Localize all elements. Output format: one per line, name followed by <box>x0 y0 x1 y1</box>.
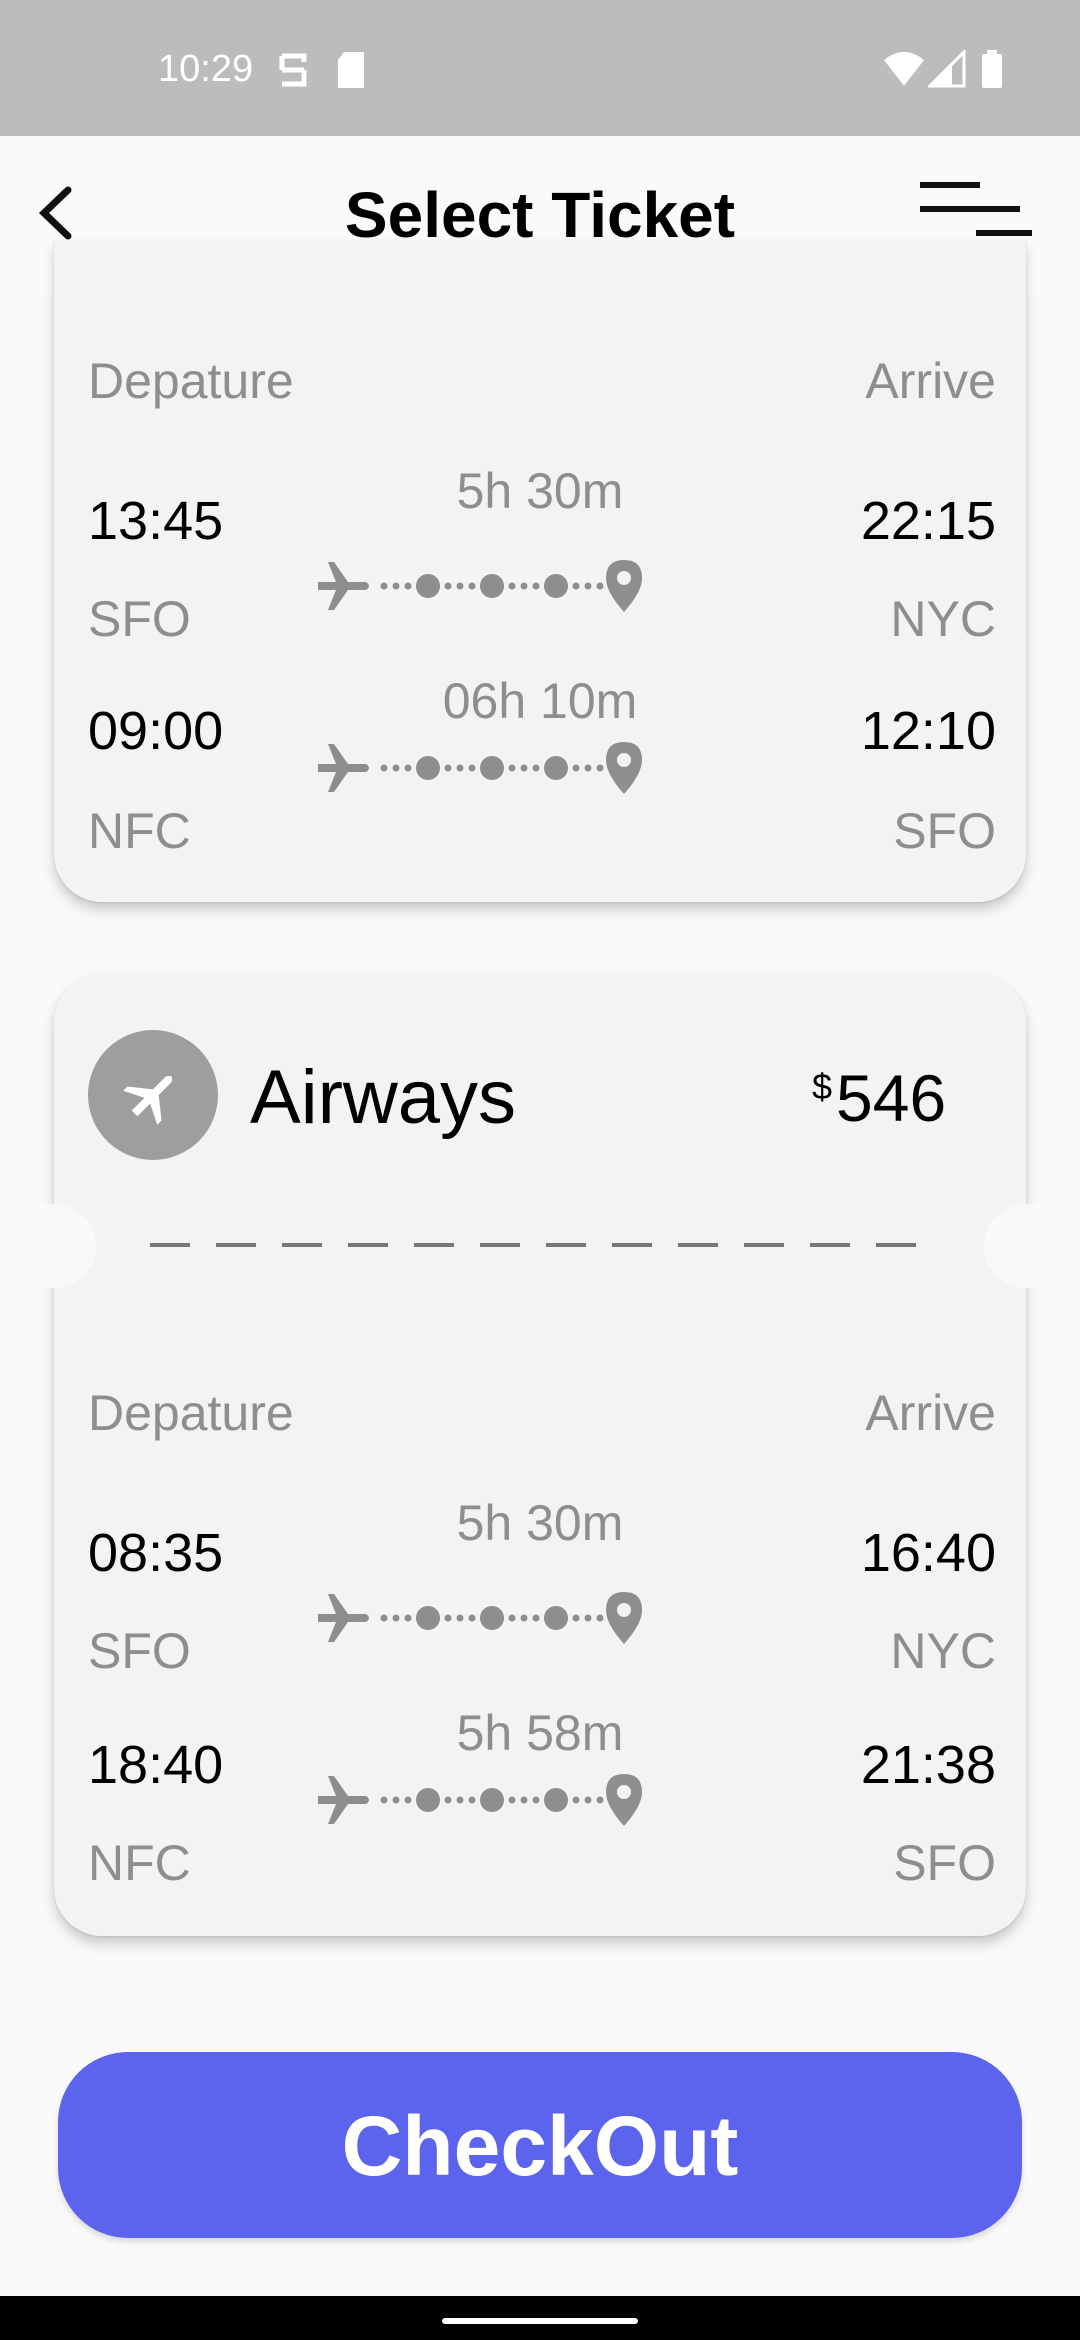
depart-code: NFC <box>88 803 191 859</box>
battery-icon <box>982 50 1002 88</box>
location-pin-icon <box>606 560 642 612</box>
arrive-label: Arrive <box>865 353 996 409</box>
location-pin-icon <box>606 1592 642 1644</box>
depart-code: NFC <box>88 1835 191 1891</box>
airplane-icon <box>123 1075 173 1125</box>
arrive-time: 12:10 <box>860 701 996 761</box>
location-pin-icon <box>606 1774 642 1826</box>
location-pin-icon <box>606 742 642 794</box>
depart-code: SFO <box>88 591 191 647</box>
arrive-label: Arrive <box>865 1385 996 1441</box>
flight-route <box>318 1592 642 1644</box>
airline-logo <box>88 1030 218 1160</box>
flight-route <box>318 1774 642 1826</box>
ticket-price: $546 <box>812 1060 946 1136</box>
status-time: 10:29 <box>158 48 254 90</box>
ticket-card[interactable]: Depature Arrive 5h 30m 13:45 22:15 SFO N… <box>54 240 1026 902</box>
flight-route <box>318 742 642 794</box>
arrive-time: 21:38 <box>860 1735 996 1795</box>
plane-icon <box>318 1776 369 1824</box>
departure-label: Depature <box>88 1385 294 1441</box>
arrive-time: 16:40 <box>860 1523 996 1583</box>
price-value: 546 <box>836 1061 947 1135</box>
depart-time: 13:45 <box>88 491 224 551</box>
depart-time: 08:35 <box>88 1523 224 1583</box>
depart-time: 18:40 <box>88 1735 224 1795</box>
arrive-time: 22:15 <box>860 491 996 551</box>
departure-label: Depature <box>88 353 294 409</box>
flight-route <box>318 560 642 612</box>
arrive-code: SFO <box>893 1835 996 1891</box>
arrive-code: SFO <box>893 803 996 859</box>
checkout-button[interactable]: CheckOut <box>58 2052 1022 2238</box>
depart-code: SFO <box>88 1623 191 1679</box>
arrive-code: NYC <box>890 1623 996 1679</box>
menu-icon[interactable] <box>916 178 1036 248</box>
wifi-icon <box>884 52 924 86</box>
price-currency: $ <box>812 1066 833 1107</box>
signal-icon <box>928 50 966 88</box>
sd-card-icon <box>338 52 364 88</box>
airline-name: Airways <box>250 1055 517 1140</box>
plane-icon <box>318 1594 369 1642</box>
home-indicator[interactable] <box>442 2318 638 2324</box>
depart-time: 09:00 <box>88 701 224 761</box>
status-bar: 10:29 <box>0 0 1080 136</box>
ticket-notch-left <box>12 1204 96 1288</box>
ticket-notch-right <box>984 1204 1068 1288</box>
ticket-divider <box>150 1243 920 1247</box>
arrive-code: NYC <box>890 591 996 647</box>
sim-manager-icon <box>279 53 307 87</box>
plane-icon <box>318 744 369 792</box>
plane-icon <box>318 562 369 610</box>
